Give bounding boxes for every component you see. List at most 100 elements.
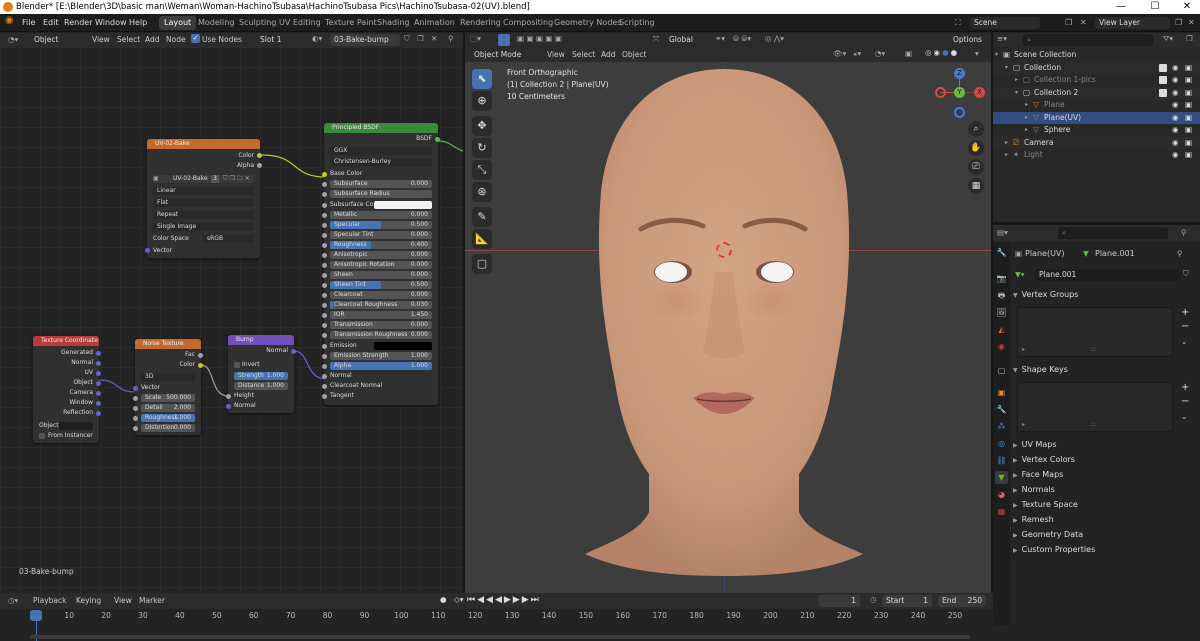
options-dropdown[interactable]: Options	[949, 34, 983, 46]
3d-viewport[interactable]: Front Orthographic (1) Collection 2 | Pl…	[465, 62, 991, 593]
bsdf-input-socket[interactable]	[322, 384, 327, 389]
fake-user-icon[interactable]: ⛉	[404, 34, 410, 44]
bsdf-input-socket[interactable]	[322, 344, 327, 349]
navigation-gizmo[interactable]: Z Y X	[935, 68, 985, 118]
source-dropdown[interactable]: Single Image	[153, 223, 254, 231]
gizmo-neg-x-axis[interactable]	[935, 87, 946, 98]
outliner-row-light[interactable]: ▸ ✦ Light ◉ ▣	[993, 149, 1200, 161]
mesh-browse-icon[interactable]: ▼▾	[1015, 270, 1025, 279]
expand-arrow-icon[interactable]: ▾	[995, 49, 998, 61]
minimize-button[interactable]: —	[1108, 0, 1134, 14]
section-face-maps[interactable]: ▶ Face Maps	[1013, 468, 1197, 482]
bsdf-input-socket[interactable]	[322, 182, 327, 187]
shape-keys-list[interactable]: ▸ :::	[1017, 382, 1173, 432]
section-vertex-colors[interactable]: ▶ Vertex Colors	[1013, 453, 1197, 467]
subsurface-field[interactable]: Subsurface 0.000	[330, 180, 432, 188]
bsdf-param-anisotropic[interactable]: Anisotropic 0.000	[330, 251, 432, 259]
new-collection-icon[interactable]: ❐	[1186, 34, 1193, 43]
gizmo-neg-z-axis[interactable]	[954, 107, 965, 118]
outliner-row-collection[interactable]: ▾ ▢ Collection ◉ ▣	[993, 61, 1200, 74]
projection-dropdown[interactable]: Flat	[153, 199, 254, 207]
add-shape-key-button[interactable]: +	[1181, 382, 1189, 393]
noise-node-title[interactable]: Noise Texture	[135, 339, 201, 349]
gizmo-z-axis[interactable]: Z	[954, 68, 965, 79]
outliner-row-sphere[interactable]: ▸ ▽ Sphere ◉ ▣	[993, 124, 1200, 136]
output-tab-icon[interactable]: 🖶	[995, 289, 1008, 302]
section-vertex-groups[interactable]: ▼ Vertex Groups	[1013, 288, 1197, 302]
image-node-title[interactable]: UV-02-Bake	[147, 139, 260, 149]
image-color-socket[interactable]	[257, 153, 262, 158]
bsdf-input-socket[interactable]	[322, 243, 327, 248]
properties-editor-icon[interactable]: ▤▾	[997, 228, 1008, 237]
bump-normal-out-socket[interactable]	[291, 349, 296, 354]
bsdf-input-socket[interactable]	[322, 313, 327, 318]
image-alpha-socket[interactable]	[257, 163, 262, 168]
slot-selector[interactable]: Slot 1	[256, 34, 306, 46]
section-uv-maps[interactable]: ▶ UV Maps	[1013, 438, 1197, 452]
bsdf-param-transmission-roughness[interactable]: Transmission Roughness 0.000	[330, 331, 432, 339]
world-tab-icon[interactable]: ◉	[995, 340, 1008, 353]
shape-key-menu-icon[interactable]: ⌄	[1181, 412, 1187, 421]
bsdf-param-specular-tint[interactable]: Specular Tint 0.000	[330, 231, 432, 239]
menu-node-select[interactable]: Select	[117, 35, 140, 44]
render-visibility-icon[interactable]: ▣	[1185, 137, 1192, 149]
cursor-tool-icon[interactable]: ⊕	[472, 91, 492, 111]
bsdf-param-ior[interactable]: IOR 1.450	[330, 311, 432, 319]
expand-arrow-icon[interactable]: ▸	[1005, 137, 1008, 149]
expand-arrow-icon[interactable]: ▸	[1025, 112, 1028, 124]
noise-vector-socket[interactable]	[133, 386, 138, 391]
list-resize-handle[interactable]: :::	[1090, 346, 1096, 353]
outliner-row-scene-collection[interactable]: ▾ ▣ Scene Collection	[993, 49, 1200, 61]
properties-pin2-icon[interactable]: ⚲	[1177, 249, 1183, 258]
timeline-editor-icon[interactable]: ◷▾	[8, 596, 18, 605]
texture-tab-icon[interactable]: ▦	[995, 505, 1008, 518]
subsurface-radius-field[interactable]: Subsurface Radius	[330, 190, 432, 198]
principled-bsdf-node[interactable]: Principled BSDF BSDF GGX Christensen-Bur…	[322, 123, 440, 405]
noise-dimensions-dropdown[interactable]: 3D	[141, 373, 195, 381]
noise-input-socket[interactable]	[133, 396, 138, 401]
transform-orientation-icon[interactable]: ⤧	[653, 34, 659, 44]
shading-mode-icons[interactable]: ◎◉●●	[925, 48, 959, 57]
render-visibility-icon[interactable]: ▣	[1185, 99, 1192, 111]
render-visibility-icon[interactable]: ▣	[1185, 62, 1192, 74]
section-shape-keys[interactable]: ▼ Shape Keys	[1013, 363, 1197, 377]
xray-toggle-icon[interactable]: ▣	[905, 49, 912, 58]
proportional-edit-icon[interactable]: ◎ ⋀▾	[765, 34, 784, 43]
section-remesh[interactable]: ▶ Remesh	[1013, 513, 1197, 527]
pivot-icon[interactable]: ⚭▾	[715, 34, 725, 43]
menu-node-add[interactable]: Add	[145, 35, 160, 44]
bsdf-param-transmission[interactable]: Transmission 0.000	[330, 321, 432, 329]
noise-input-socket[interactable]	[133, 406, 138, 411]
bsdf-input-socket[interactable]	[322, 323, 327, 328]
tab-layout[interactable]: Layout	[159, 16, 197, 30]
remove-shape-key-button[interactable]: −	[1181, 396, 1189, 407]
viewport-editor-type-icon[interactable]: ⬚▾	[470, 34, 481, 43]
view-layer-tab-icon[interactable]: 🖼	[995, 306, 1008, 319]
bump-height-socket[interactable]	[226, 394, 231, 399]
material-browse-icon[interactable]: ◐▾	[312, 34, 322, 43]
texcoord-socket-uv[interactable]	[96, 371, 101, 376]
vertex-group-menu-icon[interactable]: ⌄	[1181, 337, 1187, 346]
render-visibility-icon[interactable]: ▣	[1185, 112, 1192, 124]
noise-fac-socket[interactable]	[198, 353, 203, 358]
emission-color-swatch[interactable]	[374, 342, 432, 350]
texcoord-socket-generated[interactable]	[96, 351, 101, 356]
shape-list-expand-icon[interactable]: ▸	[1022, 421, 1025, 428]
object-tab-icon[interactable]: ▣	[995, 386, 1008, 399]
base-color-socket[interactable]	[322, 172, 327, 177]
pin-icon[interactable]: ⚲	[448, 34, 454, 43]
playback-controls[interactable]: ⏮◀◀◀▶▶▶⏭	[467, 595, 541, 605]
material-name-field[interactable]: 03-Bake-bump	[330, 34, 400, 46]
bsdf-input-socket[interactable]	[322, 303, 327, 308]
end-frame-field[interactable]: End 250	[938, 595, 986, 607]
list-expand-icon[interactable]: ▸	[1022, 346, 1025, 353]
bump-node-title[interactable]: Bump	[228, 335, 294, 345]
visibility-eye-icon[interactable]: ◉	[1172, 74, 1179, 86]
bsdf-input-socket[interactable]	[322, 364, 327, 369]
collection-tab-icon[interactable]: ▢	[995, 364, 1008, 377]
image-browse-icon[interactable]: ▣	[153, 175, 159, 182]
object-mode-dropdown[interactable]: Object Mode	[470, 49, 540, 61]
move-tool-icon[interactable]: ✥	[472, 116, 492, 136]
3d-cursor-icon[interactable]	[716, 242, 732, 258]
bsdf-output-socket[interactable]	[435, 137, 440, 142]
